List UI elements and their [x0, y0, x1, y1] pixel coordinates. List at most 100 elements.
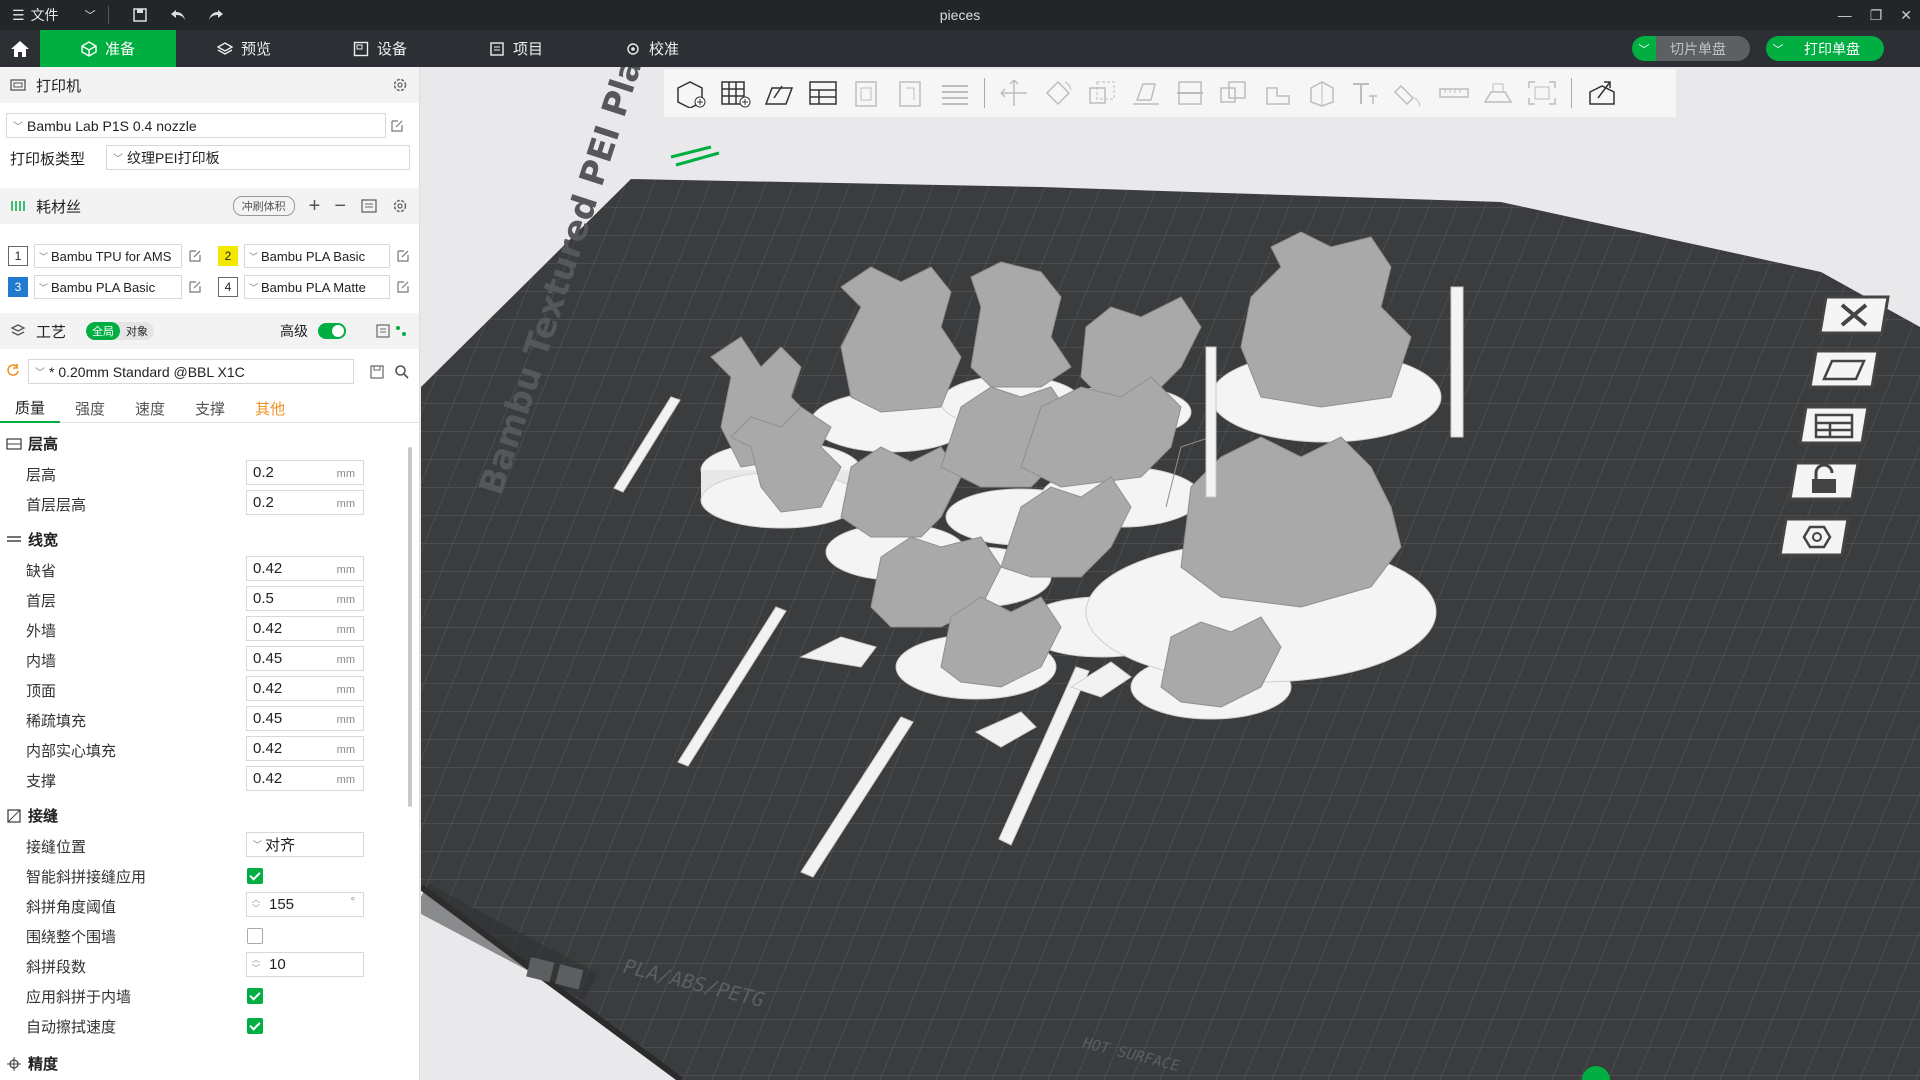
- split-objects-icon[interactable]: [848, 73, 886, 113]
- filament-select[interactable]: ﹀ Bambu PLA Basic: [244, 244, 390, 268]
- restore-icon[interactable]: ❐: [1870, 7, 1883, 24]
- slice-plate-button[interactable]: ﹀ 切片单盘: [1632, 36, 1750, 61]
- ams-sync-icon[interactable]: [360, 198, 378, 214]
- flush-volume-button[interactable]: 冲刷体积: [232, 196, 295, 216]
- text-icon[interactable]: [1347, 73, 1385, 113]
- line-width-outer-wall-input[interactable]: 0.42 mm: [246, 616, 364, 641]
- print-plate-button[interactable]: ﹀ 打印单盘: [1766, 36, 1884, 61]
- move-icon[interactable]: [995, 73, 1033, 113]
- scarf-inner-wall-checkbox[interactable]: [247, 988, 263, 1004]
- gear-icon[interactable]: [392, 77, 408, 93]
- line-width-default-input[interactable]: 0.42 mm: [246, 556, 364, 581]
- auto-orient-icon[interactable]: [760, 73, 798, 113]
- line-width-support-input[interactable]: 0.42 mm: [246, 766, 364, 791]
- filament-slot-number[interactable]: 2: [218, 246, 238, 266]
- filament-slot-3[interactable]: 3 ﹀ Bambu PLA Basic: [8, 275, 202, 299]
- edit-icon[interactable]: [188, 280, 202, 294]
- add-object-icon[interactable]: [672, 73, 710, 113]
- line-width-inner-wall-input[interactable]: 0.45 mm: [246, 646, 364, 671]
- line-width-top-surface-input[interactable]: 0.42 mm: [246, 676, 364, 701]
- scarf-steps-input[interactable]: ︿ ﹀ 10: [246, 952, 364, 977]
- spinner-arrows[interactable]: ︿ ﹀: [252, 895, 260, 913]
- save-preset-icon[interactable]: [370, 365, 384, 379]
- scarf-angle-input[interactable]: ︿ ﹀ 155 °: [246, 892, 364, 917]
- spinner-arrows[interactable]: ︿ ﹀: [252, 955, 260, 973]
- save-icon[interactable]: [129, 4, 151, 26]
- redo-icon[interactable]: [205, 4, 227, 26]
- compare-icon[interactable]: [376, 323, 408, 339]
- filament-slot-number[interactable]: 3: [8, 277, 28, 297]
- tab-device[interactable]: 设备: [312, 30, 448, 67]
- smart-scarf-checkbox[interactable]: [247, 868, 263, 884]
- edit-icon[interactable]: [188, 249, 202, 263]
- subtab-others[interactable]: 其他: [240, 393, 300, 423]
- arrange-plate-button[interactable]: [1796, 403, 1872, 447]
- chevron-down-icon[interactable]: ﹀: [1632, 36, 1656, 61]
- split-parts-icon[interactable]: [892, 73, 930, 113]
- gear-icon[interactable]: [392, 198, 408, 214]
- first-layer-height-input[interactable]: 0.2 mm: [246, 490, 364, 515]
- support-paint-icon[interactable]: [1259, 73, 1297, 113]
- home-button[interactable]: [0, 30, 40, 67]
- filament-slot-1[interactable]: 1 ﹀ Bambu TPU for AMS: [8, 244, 202, 268]
- printer-select[interactable]: ﹀ Bambu Lab P1S 0.4 nozzle: [6, 113, 386, 138]
- line-width-first-layer-input[interactable]: 0.5 mm: [246, 586, 364, 611]
- seam-position-select[interactable]: ﹀ 对齐: [246, 832, 364, 857]
- cut-icon[interactable]: [1171, 73, 1209, 113]
- global-option[interactable]: 全局: [86, 322, 121, 340]
- line-width-internal-solid-input[interactable]: 0.42 mm: [246, 736, 364, 761]
- chevron-down-icon[interactable]: ﹀: [1766, 36, 1790, 61]
- filament-select[interactable]: ﹀ Bambu PLA Basic: [34, 275, 182, 299]
- arrange-icon[interactable]: [804, 73, 842, 113]
- line-width-sparse-infill-input[interactable]: 0.45 mm: [246, 706, 364, 731]
- color-paint-icon[interactable]: [1391, 73, 1429, 113]
- tab-project[interactable]: 项目: [448, 30, 584, 67]
- assembly-icon[interactable]: [1479, 73, 1517, 113]
- filament-select[interactable]: ﹀ Bambu TPU for AMS: [34, 244, 182, 268]
- subtab-strength[interactable]: 强度: [60, 393, 120, 423]
- filament-slot-2[interactable]: 2 ﹀ Bambu PLA Basic: [218, 244, 410, 268]
- file-menu[interactable]: ☰ 文件 ﹀: [0, 5, 96, 25]
- delete-plate-button[interactable]: [1816, 293, 1892, 337]
- filament-slot-number[interactable]: 4: [218, 277, 238, 297]
- add-icon[interactable]: +: [309, 195, 321, 218]
- global-object-toggle[interactable]: 全局 对象: [86, 322, 155, 340]
- undo-icon[interactable]: [167, 4, 189, 26]
- panel-scrollbar[interactable]: [408, 447, 412, 807]
- filament-slot-number[interactable]: 1: [8, 246, 28, 266]
- auto-wipe-checkbox[interactable]: [247, 1018, 263, 1034]
- 3d-viewport[interactable]: Bambu Textured PEI Plate PLA/ABS/PETG HO…: [421, 67, 1920, 1080]
- edit-icon[interactable]: [396, 249, 410, 263]
- plate-type-select[interactable]: ﹀ 纹理PEI打印板: [106, 145, 410, 170]
- filament-select[interactable]: ﹀ Bambu PLA Matte: [244, 275, 390, 299]
- auto-orient-plate-button[interactable]: [1806, 347, 1882, 391]
- search-icon[interactable]: [394, 364, 410, 380]
- plate-settings-button[interactable]: [1776, 515, 1852, 559]
- minimize-icon[interactable]: —: [1838, 7, 1852, 23]
- subtab-support[interactable]: 支撑: [180, 393, 240, 423]
- filament-slot-4[interactable]: 4 ﹀ Bambu PLA Matte: [218, 275, 410, 299]
- lay-on-face-icon[interactable]: [1127, 73, 1165, 113]
- remove-icon[interactable]: −: [334, 195, 346, 218]
- add-plate-icon[interactable]: [716, 73, 754, 113]
- subtab-quality[interactable]: 质量: [0, 393, 61, 423]
- rotate-icon[interactable]: [1039, 73, 1077, 113]
- lock-plate-button[interactable]: [1786, 459, 1862, 503]
- tab-calibration[interactable]: 校准: [584, 30, 720, 67]
- scale-icon[interactable]: [1083, 73, 1121, 113]
- fit-view-icon[interactable]: [1523, 73, 1561, 113]
- layer-height-input[interactable]: 0.2 mm: [246, 460, 364, 485]
- edit-icon[interactable]: [390, 119, 404, 133]
- explode-view-icon[interactable]: [1582, 73, 1620, 113]
- subtab-speed[interactable]: 速度: [120, 393, 180, 423]
- tab-prepare[interactable]: 准备: [40, 30, 176, 67]
- object-option[interactable]: 对象: [120, 322, 154, 340]
- reset-icon[interactable]: [6, 363, 20, 377]
- advanced-toggle[interactable]: [318, 323, 346, 339]
- process-preset-select[interactable]: ﹀ * 0.20mm Standard @BBL X1C: [28, 359, 354, 384]
- tab-preview[interactable]: 预览: [176, 30, 312, 67]
- around-wall-checkbox[interactable]: [247, 928, 263, 944]
- seam-paint-icon[interactable]: [1303, 73, 1341, 113]
- edit-icon[interactable]: [396, 280, 410, 294]
- close-icon[interactable]: ✕: [1900, 7, 1912, 24]
